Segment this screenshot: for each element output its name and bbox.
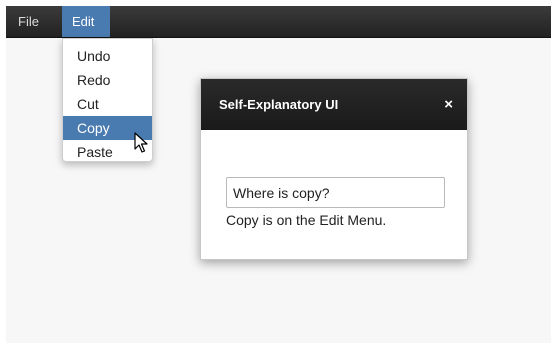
dialog-header: Self-Explanatory UI × (201, 79, 467, 130)
menu-item-cut[interactable]: Cut (63, 92, 152, 116)
menu-item-undo[interactable]: Undo (63, 44, 152, 68)
menu-bar: File Edit (6, 6, 551, 38)
dialog-message: Copy is on the Edit Menu. (226, 212, 387, 228)
menu-edit[interactable]: Edit (62, 6, 110, 37)
menu-file[interactable]: File (18, 6, 39, 37)
app-window: File Edit Undo Redo Cut Copy Paste Self-… (6, 6, 551, 343)
question-input[interactable] (226, 177, 445, 208)
dialog-title: Self-Explanatory UI (219, 97, 339, 112)
dialog: Self-Explanatory UI × Copy is on the Edi… (200, 78, 468, 260)
menu-item-redo[interactable]: Redo (63, 68, 152, 92)
close-icon[interactable]: × (444, 79, 453, 130)
mouse-pointer-icon (134, 132, 148, 153)
